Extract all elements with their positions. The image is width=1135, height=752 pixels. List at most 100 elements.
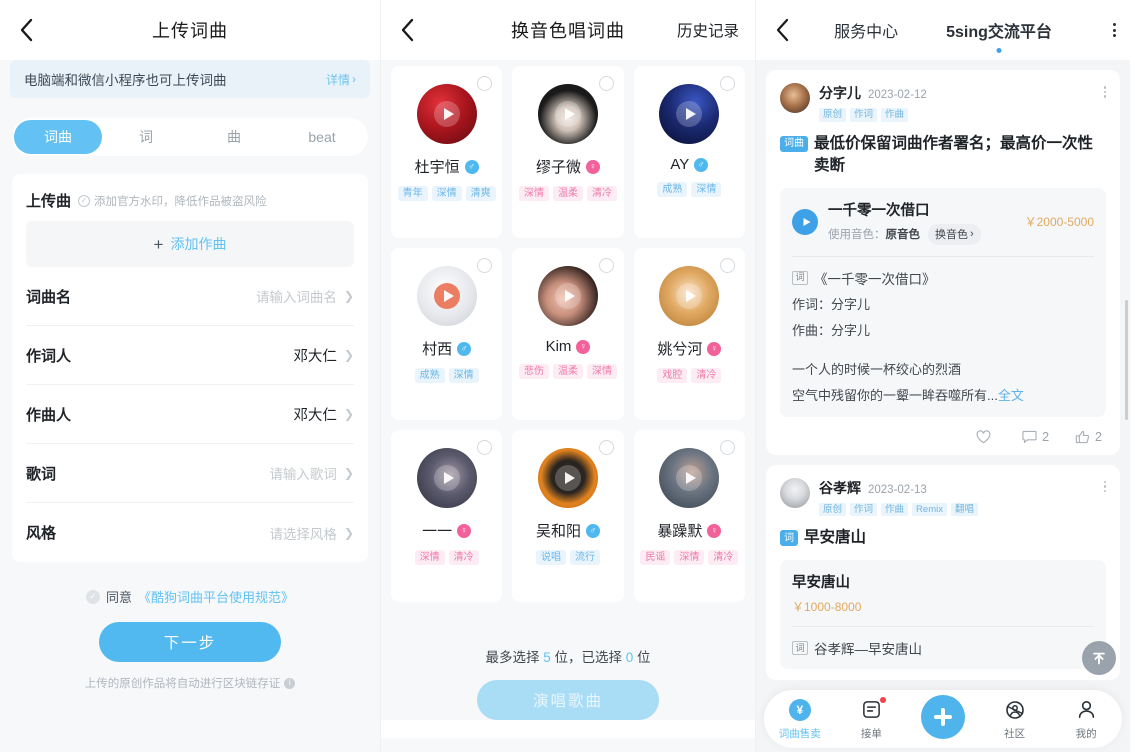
comment-button[interactable]: 2 bbox=[1022, 430, 1049, 444]
post-date: 2023-02-13 bbox=[868, 483, 927, 496]
post-more-icon[interactable] bbox=[1103, 480, 1106, 492]
field-style[interactable]: 风格 请选择风格 ❯ bbox=[26, 503, 354, 562]
style-select[interactable]: 请选择风格 bbox=[269, 523, 337, 543]
category-badge: 词 bbox=[780, 530, 798, 546]
three-panel-screenshot: 上传词曲 电脑端和微信小程序也可上传词曲 详情 › 词曲 词 曲 beat 上传… bbox=[0, 0, 1135, 752]
voice-tag: 悲伤 bbox=[518, 364, 549, 379]
voice-card[interactable]: AY ♂ 成熟 深情 bbox=[633, 66, 745, 238]
switch-timbre-button[interactable]: 换音色 › bbox=[928, 223, 981, 245]
select-circle-icon[interactable] bbox=[477, 76, 493, 91]
voice-card[interactable]: 杜宇恒 ♂ 青年 深情 清爽 bbox=[391, 66, 503, 238]
tab-ciqu[interactable]: 词曲 bbox=[14, 120, 102, 154]
field-composer[interactable]: 作曲人 邓大仁 ❯ bbox=[26, 385, 354, 444]
avatar bbox=[537, 84, 598, 144]
post-title[interactable]: 最低价保留词曲作者署名；最高价一次性卖断 bbox=[814, 133, 1106, 177]
notice-banner[interactable]: 电脑端和微信小程序也可上传词曲 详情 › bbox=[10, 60, 370, 98]
select-circle-icon[interactable] bbox=[477, 258, 493, 273]
more-vertical-icon[interactable] bbox=[1113, 23, 1116, 37]
chevron-right-icon: ❯ bbox=[343, 525, 354, 540]
select-circle-icon[interactable] bbox=[598, 258, 614, 273]
chevron-right-icon: › bbox=[352, 72, 356, 86]
avatar[interactable] bbox=[780, 83, 810, 113]
scroll-to-top-icon[interactable] bbox=[1082, 641, 1116, 675]
voice-card[interactable]: 吴和阳 ♂ 说唱 流行 bbox=[512, 430, 624, 602]
lyric-title: 《一千零一次借口》 bbox=[814, 271, 936, 287]
expand-full-text-link[interactable]: 全文 bbox=[998, 388, 1024, 403]
work-subline: 使用音色：原音色 换音色 › bbox=[828, 223, 1015, 245]
tab-profile[interactable]: 我的 bbox=[1050, 698, 1122, 741]
like-button[interactable] bbox=[976, 429, 996, 444]
voice-name: AY bbox=[670, 156, 690, 173]
role-tag: Remix bbox=[912, 502, 947, 516]
tab-orders[interactable]: 接单 bbox=[836, 696, 908, 741]
lyric-line-text: 空气中残留你的一颦一眸吞噬所有... bbox=[792, 388, 998, 403]
field-song-name[interactable]: 词曲名 请输入词曲名 ❯ bbox=[26, 267, 354, 326]
voice-card[interactable]: 村西 ♂ 成熟 深情 bbox=[391, 248, 503, 420]
timbre-value: 原音色 bbox=[885, 229, 921, 241]
tab-create-fab[interactable] bbox=[907, 695, 979, 739]
notification-badge bbox=[880, 696, 887, 703]
voice-card[interactable]: 缪子微 ♀ 深情 温柔 清冷 bbox=[512, 66, 624, 238]
song-name-input[interactable]: 请输入词曲名 bbox=[256, 286, 337, 306]
voice-card[interactable]: 暴躁默 ♀ 民谣 深情 清冷 bbox=[633, 430, 745, 602]
voice-card[interactable]: Kim ♀ 悲伤 温柔 深情 bbox=[512, 248, 624, 420]
voice-name-row: Kim ♀ bbox=[546, 338, 591, 355]
select-circle-icon[interactable] bbox=[720, 258, 735, 273]
select-circle-icon[interactable] bbox=[598, 440, 614, 455]
selection-count: 最多选择 5 位，已选择 0 位 bbox=[381, 632, 755, 666]
post-title[interactable]: 早安唐山 bbox=[804, 527, 866, 549]
field-label: 作曲人 bbox=[26, 406, 72, 424]
post-date: 2023-02-12 bbox=[868, 89, 927, 101]
tab-label: 社区 bbox=[1004, 727, 1026, 740]
agreement-row[interactable]: ✓ 同意 《酷狗词曲平台使用规范》 bbox=[0, 587, 380, 606]
tab-song-sales[interactable]: ¥ 词曲售卖 bbox=[764, 698, 836, 741]
play-icon[interactable] bbox=[792, 208, 818, 235]
credit-composer: 作曲：分字儿 bbox=[792, 323, 871, 338]
tab-community[interactable]: 社区 bbox=[979, 698, 1051, 741]
sing-song-button[interactable]: 演唱歌曲 bbox=[477, 680, 659, 720]
add-composition-button[interactable]: + 添加作曲 bbox=[26, 221, 354, 267]
lyric-header: 词 谷孝辉—早安唐山 bbox=[792, 638, 1094, 658]
post-more-icon[interactable] bbox=[1103, 86, 1106, 98]
voice-card[interactable]: 姚兮河 ♀ 戏腔 清冷 bbox=[633, 248, 745, 420]
work-title: 一千零一次借口 bbox=[828, 202, 930, 219]
voice-tag: 说唱 bbox=[535, 550, 566, 565]
next-step-button[interactable]: 下一步 bbox=[99, 622, 281, 662]
avatar bbox=[537, 266, 598, 326]
select-circle-icon[interactable] bbox=[720, 440, 735, 455]
info-icon[interactable]: i bbox=[284, 677, 296, 689]
voice-card[interactable]: 一一 ♀ 深情 清冷 bbox=[391, 430, 503, 602]
lyrics-input[interactable]: 请输入歌词 bbox=[269, 463, 337, 483]
avatar[interactable] bbox=[780, 477, 810, 508]
select-circle-icon[interactable] bbox=[598, 76, 614, 91]
bottom-strip bbox=[381, 720, 755, 738]
voice-name: 村西 bbox=[422, 341, 453, 358]
role-tag: 原创 bbox=[819, 502, 847, 516]
field-lyrics[interactable]: 歌词 请输入歌词 ❯ bbox=[26, 444, 354, 503]
agreement-link[interactable]: 《酷狗词曲平台使用规范》 bbox=[138, 587, 294, 606]
back-chevron-icon[interactable] bbox=[6, 0, 46, 60]
tab-beat[interactable]: beat bbox=[278, 120, 366, 154]
field-lyricist[interactable]: 作词人 邓大仁 ❯ bbox=[26, 326, 354, 385]
post-author[interactable]: 分字儿 bbox=[819, 83, 861, 103]
selection-max: 5 bbox=[543, 650, 551, 665]
voice-name-row: 暴躁默 ♀ bbox=[657, 520, 722, 541]
select-circle-icon[interactable] bbox=[477, 440, 493, 455]
tab-ci[interactable]: 词 bbox=[102, 120, 190, 154]
select-circle-icon[interactable] bbox=[720, 76, 735, 91]
tab-service-center[interactable]: 服务中心 bbox=[834, 18, 898, 42]
history-link[interactable]: 历史记录 bbox=[677, 19, 739, 41]
scrollbar[interactable] bbox=[1125, 300, 1128, 420]
notice-detail-link[interactable]: 详情 › bbox=[326, 71, 356, 88]
voice-name-row: 杜宇恒 ♂ bbox=[415, 156, 479, 177]
work-info: 一千零一次借口 使用音色：原音色 换音色 › bbox=[828, 199, 1015, 245]
upload-label: 上传曲 bbox=[26, 193, 72, 210]
check-circle-icon[interactable]: ✓ bbox=[85, 589, 100, 604]
yen-circle-icon: ¥ bbox=[788, 698, 812, 722]
tab-5sing-platform[interactable]: 5sing交流平台 bbox=[946, 18, 1052, 53]
post-author[interactable]: 谷孝辉 bbox=[819, 478, 861, 498]
tab-qu[interactable]: 曲 bbox=[190, 120, 278, 154]
feed-tabs: 服务中心 5sing交流平台 bbox=[756, 18, 1130, 53]
thumbs-up-button[interactable]: 2 bbox=[1075, 430, 1102, 444]
